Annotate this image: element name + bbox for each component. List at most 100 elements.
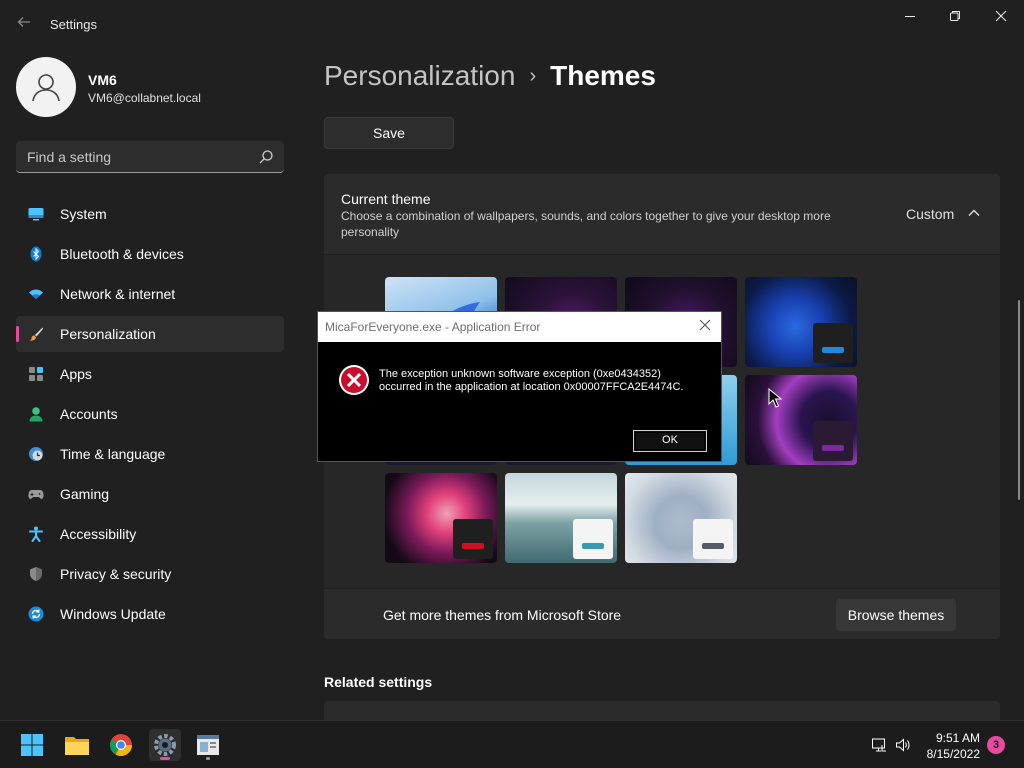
theme-thumbnail[interactable] (625, 473, 737, 563)
monitor-icon (28, 206, 44, 222)
sidebar-item-bluetooth[interactable]: Bluetooth & devices (16, 236, 284, 272)
store-row: Get more themes from Microsoft Store Bro… (324, 589, 1000, 639)
user-name: VM6 (88, 72, 117, 88)
user-email: VM6@collabnet.local (88, 91, 201, 105)
maximize-button[interactable] (940, 8, 970, 28)
related-settings-heading: Related settings (324, 674, 433, 690)
mouse-cursor-icon (768, 388, 782, 408)
settings-icon (154, 734, 176, 756)
windows-start-icon (21, 734, 43, 756)
sidebar-item-apps[interactable]: Apps (16, 356, 284, 392)
search-icon[interactable] (258, 149, 274, 165)
error-icon (339, 365, 369, 395)
sidebar-item-network[interactable]: Network & internet (16, 276, 284, 312)
back-button[interactable] (14, 14, 34, 34)
breadcrumb: Personalization › Themes (324, 58, 656, 97)
taskbar-file-explorer[interactable] (61, 729, 93, 761)
apps-icon (28, 366, 44, 382)
shield-icon (28, 566, 44, 582)
breadcrumb-separator: › (529, 65, 537, 87)
minimize-button[interactable] (895, 8, 925, 28)
chevron-up-icon[interactable] (967, 206, 981, 220)
taskbar-settings[interactable] (149, 729, 181, 761)
back-arrow-icon (17, 17, 30, 27)
current-theme-card[interactable]: Current theme Choose a combination of wa… (324, 174, 1000, 254)
browse-themes-button[interactable]: Browse themes (836, 599, 956, 631)
sidebar-nav: System Bluetooth & devices Network & int… (16, 196, 284, 636)
scrollbar[interactable] (1018, 300, 1020, 500)
theme-thumbnail[interactable] (385, 473, 497, 563)
sidebar-item-label: Network & internet (60, 286, 176, 302)
clock-time[interactable]: 9:51 AM (918, 731, 980, 745)
taskbar-preview (573, 519, 613, 559)
taskbar-chrome[interactable] (105, 729, 137, 761)
theme-thumbnail[interactable] (745, 277, 857, 367)
chrome-icon (110, 734, 132, 756)
active-app-indicator (160, 757, 170, 760)
dialog-message-line2: occurred in the application at location … (379, 381, 684, 393)
network-icon[interactable] (871, 737, 887, 753)
sidebar-item-time-language[interactable]: Time & language (16, 436, 284, 472)
sidebar-item-personalization[interactable]: Personalization (16, 316, 284, 352)
taskbar-preview (813, 421, 853, 461)
taskbar-preview (693, 519, 733, 559)
sidebar-item-label: System (60, 206, 107, 222)
sidebar-item-label: Accounts (60, 406, 118, 422)
store-label: Get more themes from Microsoft Store (383, 607, 622, 623)
sidebar-item-system[interactable]: System (16, 196, 284, 232)
start-button[interactable] (16, 729, 48, 761)
sidebar-item-label: Personalization (60, 326, 156, 342)
taskbar-app-window[interactable] (192, 729, 224, 761)
save-button[interactable]: Save (324, 117, 454, 149)
file-explorer-icon (65, 737, 89, 755)
taskbar-preview (813, 323, 853, 363)
current-theme-description: Choose a combination of wallpapers, soun… (341, 209, 831, 239)
sidebar-item-privacy[interactable]: Privacy & security (16, 556, 284, 592)
running-app-indicator (206, 757, 210, 760)
close-button[interactable] (986, 8, 1016, 28)
taskbar-preview (453, 519, 493, 559)
sidebar-item-label: Gaming (60, 486, 110, 502)
current-theme-title: Current theme (341, 191, 431, 207)
dialog-titlebar[interactable]: MicaForEveryone.exe - Application Error (318, 312, 721, 342)
app-title: Settings (50, 17, 97, 32)
clock-date[interactable]: 8/15/2022 (918, 747, 980, 761)
breadcrumb-parent[interactable]: Personalization (324, 60, 515, 91)
person-icon (28, 406, 44, 422)
minimize-icon (905, 16, 915, 17)
theme-thumbnail[interactable] (745, 375, 857, 465)
avatar[interactable] (16, 57, 76, 117)
sidebar-item-gaming[interactable]: Gaming (16, 476, 284, 512)
close-icon (995, 10, 1007, 22)
gamepad-icon (28, 486, 44, 502)
sidebar-item-accessibility[interactable]: Accessibility (16, 516, 284, 552)
sidebar-item-label: Bluetooth & devices (60, 246, 184, 262)
sidebar-item-accounts[interactable]: Accounts (16, 396, 284, 432)
wifi-icon (28, 286, 44, 302)
page-title: Themes (550, 60, 656, 91)
volume-icon[interactable] (895, 737, 911, 753)
clock-globe-icon (28, 446, 44, 462)
theme-thumbnail[interactable] (505, 473, 617, 563)
ok-button[interactable]: OK (633, 430, 707, 452)
sidebar-item-label: Apps (60, 366, 92, 382)
sidebar-item-label: Windows Update (60, 606, 166, 622)
related-settings-card[interactable] (324, 701, 1000, 721)
restore-icon (950, 11, 960, 21)
notification-badge[interactable]: 3 (987, 736, 1005, 754)
close-icon[interactable] (697, 317, 713, 333)
user-icon (32, 74, 60, 102)
dialog-title: MicaForEveryone.exe - Application Error (325, 320, 541, 334)
search-input[interactable] (16, 141, 256, 172)
sidebar-item-label: Privacy & security (60, 566, 172, 582)
sidebar-item-label: Accessibility (60, 526, 137, 542)
error-dialog: MicaForEveryone.exe - Application Error … (317, 311, 722, 462)
accessibility-icon (28, 526, 44, 542)
search-box (16, 141, 284, 173)
taskbar: 9:51 AM 8/15/2022 3 (0, 720, 1024, 768)
bluetooth-icon (28, 246, 44, 262)
current-theme-value: Custom (906, 206, 955, 222)
sidebar-item-windows-update[interactable]: Windows Update (16, 596, 284, 632)
update-icon (28, 606, 44, 622)
app-window-icon (197, 735, 219, 755)
